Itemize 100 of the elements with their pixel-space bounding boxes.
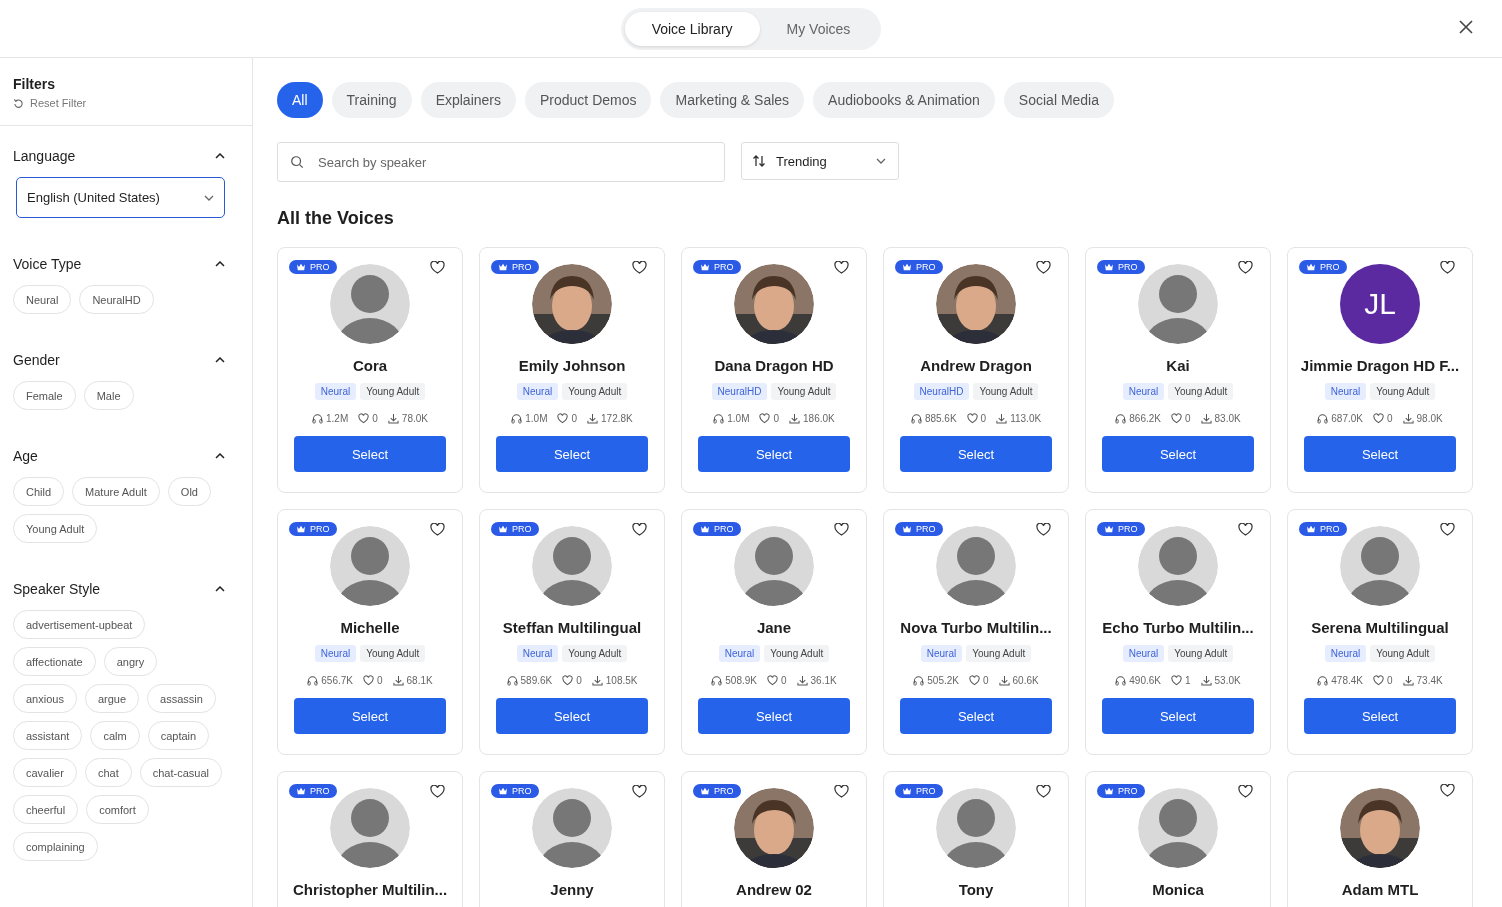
collapse-icon[interactable] <box>215 261 225 267</box>
filter-chip[interactable]: Mature Adult <box>72 477 160 506</box>
filter-chip[interactable]: Young Adult <box>13 514 98 543</box>
headphones-icon <box>307 675 319 686</box>
heart-icon[interactable] <box>1440 784 1455 797</box>
voice-name: Monica <box>1152 881 1204 898</box>
download-icon <box>789 413 801 424</box>
filter-chip[interactable]: Female <box>13 381 76 410</box>
headphones-icon <box>713 413 725 424</box>
voice-tag: Young Adult <box>973 383 1039 400</box>
filter-chip[interactable]: comfort <box>86 795 149 824</box>
voice-tag: Neural <box>1324 383 1367 400</box>
select-button[interactable]: Select <box>1102 436 1254 472</box>
heart-icon <box>1171 413 1182 424</box>
heart-icon[interactable] <box>632 522 647 536</box>
collapse-icon[interactable] <box>215 357 225 363</box>
download-count: 186.0K <box>803 413 835 424</box>
filter-chip[interactable]: cavalier <box>13 758 77 787</box>
category-tab[interactable]: All <box>277 82 323 118</box>
sort-icon <box>752 154 766 168</box>
heart-icon[interactable] <box>834 522 849 536</box>
crown-icon <box>498 525 508 533</box>
category-tab[interactable]: Audiobooks & Animation <box>813 82 995 118</box>
filter-chip[interactable]: complaining <box>13 832 98 861</box>
play-count: 1.0M <box>727 413 750 424</box>
filter-chip[interactable]: Neural <box>13 285 72 314</box>
select-button[interactable]: Select <box>1304 436 1456 472</box>
filter-chip[interactable]: anxious <box>13 684 77 713</box>
heart-icon[interactable] <box>430 260 445 274</box>
language-select[interactable]: English (United States) <box>16 177 225 218</box>
filter-chip[interactable]: Child <box>13 477 65 506</box>
select-button[interactable]: Select <box>496 436 648 472</box>
heart-icon[interactable] <box>834 784 849 798</box>
download-count: 68.1K <box>406 675 433 686</box>
reset-filter-link[interactable]: Reset Filter <box>13 97 87 109</box>
heart-icon[interactable] <box>1238 260 1253 274</box>
heart-icon[interactable] <box>632 784 647 798</box>
select-button[interactable]: Select <box>900 436 1052 472</box>
heart-icon[interactable] <box>1036 784 1051 798</box>
heart-icon[interactable] <box>1036 522 1051 536</box>
filter-chip[interactable]: angry <box>103 647 158 676</box>
select-button[interactable]: Select <box>1102 698 1254 734</box>
voice-tag: Young Adult <box>360 645 426 662</box>
filter-chip[interactable]: Male <box>83 381 134 410</box>
filter-chip[interactable]: captain <box>147 721 210 750</box>
voice-name: Tony <box>958 881 994 898</box>
category-tab[interactable]: Training <box>331 82 412 118</box>
filter-chip[interactable]: assassin <box>147 684 216 713</box>
collapse-icon[interactable] <box>215 586 225 592</box>
category-tab[interactable]: Social Media <box>1003 82 1114 118</box>
view-tab[interactable]: Voice Library <box>624 11 760 46</box>
category-tab[interactable]: Product Demos <box>525 82 652 118</box>
heart-icon[interactable] <box>1440 522 1455 536</box>
download-count: 60.6K <box>1012 675 1039 686</box>
voice-name: Serena Multilingual <box>1311 619 1449 636</box>
voice-tag: Young Adult <box>360 383 426 400</box>
heart-icon <box>562 675 574 686</box>
filter-chip[interactable]: cheerful <box>13 795 79 824</box>
chevron-down-icon <box>204 194 214 201</box>
filter-chip[interactable]: Old <box>167 477 211 506</box>
heart-icon[interactable] <box>632 260 647 274</box>
section-title: All the Voices <box>277 208 395 229</box>
close-icon[interactable] <box>1459 20 1473 34</box>
select-button[interactable]: Select <box>496 698 648 734</box>
filter-chip[interactable]: assistant <box>13 721 83 750</box>
collapse-icon[interactable] <box>215 453 225 459</box>
filter-chip[interactable]: NeuralHD <box>79 285 154 314</box>
select-button[interactable]: Select <box>698 698 850 734</box>
select-button[interactable]: Select <box>900 698 1052 734</box>
filter-chip[interactable]: advertisement-upbeat <box>13 610 146 639</box>
crown-icon <box>700 525 710 533</box>
download-icon <box>1402 413 1414 424</box>
select-button[interactable]: Select <box>294 698 446 734</box>
play-count: 1.0M <box>525 413 548 424</box>
filter-chip[interactable]: chat <box>84 758 132 787</box>
heart-icon[interactable] <box>1440 260 1455 274</box>
heart-icon[interactable] <box>1238 522 1253 536</box>
heart-icon[interactable] <box>1238 784 1253 798</box>
filter-chip[interactable]: chat-casual <box>139 758 222 787</box>
heart-icon[interactable] <box>430 522 445 536</box>
category-tab[interactable]: Marketing & Sales <box>660 82 805 118</box>
category-tab[interactable]: Explainers <box>420 82 516 118</box>
search-field[interactable]: Search by speaker <box>277 142 725 182</box>
voice-tag: Young Adult <box>562 383 628 400</box>
heart-icon[interactable] <box>834 260 849 274</box>
select-button[interactable]: Select <box>294 436 446 472</box>
heart-icon[interactable] <box>1036 260 1051 274</box>
filter-chip[interactable]: affectionate <box>13 647 96 676</box>
filter-chip[interactable]: argue <box>84 684 140 713</box>
select-button[interactable]: Select <box>698 436 850 472</box>
select-button[interactable]: Select <box>1304 698 1456 734</box>
filter-section-title: Language <box>13 148 76 164</box>
filter-chip[interactable]: calm <box>90 721 140 750</box>
voice-tag: Young Adult <box>771 383 837 400</box>
voice-tag: Neural <box>920 645 963 662</box>
download-icon <box>1402 675 1414 686</box>
sort-select[interactable]: Trending <box>741 142 899 180</box>
collapse-icon[interactable] <box>215 153 225 159</box>
heart-icon[interactable] <box>430 784 445 798</box>
view-tab[interactable]: My Voices <box>759 11 878 46</box>
